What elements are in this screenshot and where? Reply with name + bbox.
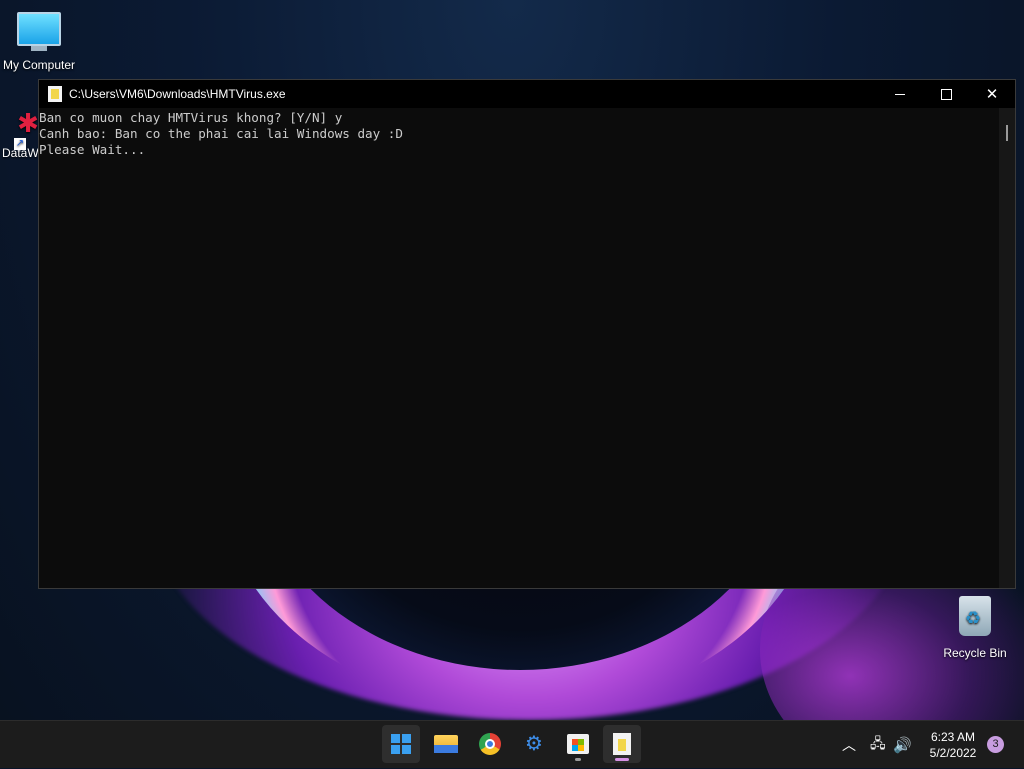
running-indicator	[575, 758, 581, 761]
chevron-up-icon: ︿	[842, 737, 856, 753]
taskbar-chrome[interactable]	[471, 725, 509, 763]
window-title: C:\Users\VM6\Downloads\HMTVirus.exe	[69, 87, 286, 101]
console-line: Canh bao: Ban co the phai cai lai Window…	[39, 126, 403, 141]
taskbar-console-app[interactable]	[603, 725, 641, 763]
close-icon: ✕	[985, 86, 999, 103]
maximize-button[interactable]	[923, 80, 969, 108]
console-window[interactable]: C:\Users\VM6\Downloads\HMTVirus.exe ✕ Ba…	[38, 79, 1016, 589]
console-app-icon	[613, 733, 631, 755]
taskbar: ⚙ ︿ 🖧 🔊 6:23 AM 5/2/2022 3	[0, 720, 1024, 768]
clock-date: 5/2/2022	[929, 746, 977, 760]
notification-badge[interactable]: 3	[987, 736, 1004, 753]
taskbar-file-explorer[interactable]	[427, 725, 465, 763]
taskbar-devtools[interactable]: ⚙	[515, 725, 553, 763]
window-titlebar[interactable]: C:\Users\VM6\Downloads\HMTVirus.exe ✕	[39, 80, 1015, 108]
console-output[interactable]: Ban co muon chay HMTVirus khong? [Y/N] y…	[39, 108, 999, 588]
folder-icon	[434, 735, 458, 753]
recycle-bin-icon: ♻	[959, 596, 991, 636]
close-button[interactable]: ✕	[969, 80, 1015, 108]
show-hidden-icons-button[interactable]: ︿	[842, 721, 856, 769]
taskbar-store[interactable]	[559, 725, 597, 763]
shortcut-arrow-icon: ↗	[14, 138, 26, 150]
desktop-icon-label: My Computer	[2, 58, 76, 72]
speaker-icon: 🔊	[893, 737, 912, 754]
console-app-icon	[48, 86, 62, 102]
vertical-scrollbar[interactable]	[999, 108, 1015, 588]
console-line: Please Wait...	[39, 142, 146, 157]
windows-start-icon	[391, 734, 411, 754]
store-icon	[567, 734, 589, 754]
clock-time: 6:23 AM	[930, 730, 976, 744]
chrome-icon	[479, 733, 501, 755]
network-icon: 🖧	[870, 735, 886, 751]
desktop-icon-dataw[interactable]: ✱ ↗ DataW	[2, 108, 40, 160]
desktop-icon-my-computer[interactable]: My Computer	[0, 8, 78, 72]
devtools-icon: ⚙	[525, 733, 543, 755]
volume-button[interactable]: 🔊	[893, 721, 912, 769]
active-indicator	[615, 758, 629, 761]
dataw-app-icon: ✱	[17, 108, 39, 138]
desktop-icon-label: Recycle Bin	[943, 646, 1007, 660]
start-button[interactable]	[382, 725, 420, 763]
maximize-icon	[940, 88, 952, 100]
minimize-icon	[895, 93, 905, 95]
scrollbar-thumb[interactable]	[1006, 125, 1008, 141]
network-button[interactable]: 🖧	[870, 721, 886, 769]
computer-icon	[17, 12, 61, 51]
minimize-button[interactable]	[877, 80, 923, 108]
taskbar-clock[interactable]: 6:23 AM 5/2/2022	[922, 729, 984, 761]
console-line: Ban co muon chay HMTVirus khong? [Y/N] y	[39, 110, 343, 125]
desktop-icon-recycle-bin[interactable]: ♻ Recycle Bin	[940, 596, 1010, 660]
